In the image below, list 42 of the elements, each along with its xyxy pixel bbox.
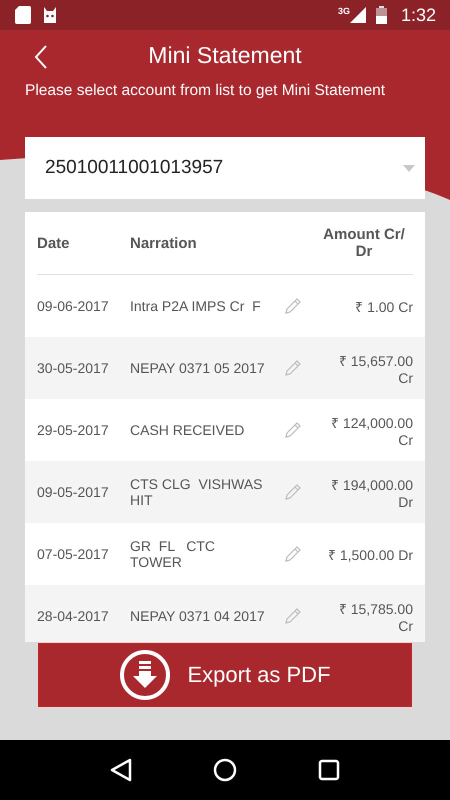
- account-dropdown[interactable]: 25010011001013957: [25, 137, 425, 199]
- sd-card-icon: [15, 6, 31, 24]
- date-cell-text: 28-04-2017: [37, 608, 110, 624]
- date-cell-text: 30-05-2017: [37, 360, 110, 376]
- narration-cell-text: CASH RECEIVED: [130, 422, 246, 438]
- column-header: Date: [37, 234, 71, 252]
- date-cell-text: 09-06-2017: [37, 298, 110, 314]
- narration-cell-text: NEPAY 0371 05 2017: [130, 360, 266, 376]
- pencil-icon[interactable]: [285, 608, 301, 624]
- narration-cell-text: CTS CLG VISHWAS HIT: [130, 476, 264, 508]
- android-icon: [41, 7, 59, 23]
- pencil-icon[interactable]: [285, 360, 301, 376]
- clock: 1:32: [400, 4, 436, 26]
- narration-cell-text: GR FL CTC TOWER: [130, 538, 216, 570]
- pencil-icon[interactable]: [285, 546, 301, 562]
- column-header: Amount Cr/ Dr: [322, 226, 406, 260]
- screen-title: Mini Statement: [148, 42, 302, 68]
- amount-cell-text: ₹ 1.00 Cr: [354, 298, 413, 316]
- battery-icon: [376, 6, 387, 24]
- instruction-text: Please select account from list to get Mini Statement: [24, 82, 386, 100]
- download-icon: [119, 649, 172, 701]
- amount-cell-text: ₹ 194,000.00 Dr: [330, 476, 413, 510]
- amount-cell-text: ₹ 124,000.00 Cr: [330, 414, 413, 448]
- back-nav-icon[interactable]: [110, 758, 132, 782]
- amount-cell-text: ₹ 15,657.00 Cr: [338, 352, 413, 386]
- recents-nav-icon[interactable]: [318, 759, 340, 781]
- amount-cell-text: ₹ 1,500.00 Dr: [326, 546, 413, 564]
- narration-cell-text: Intra P2A IMPS Cr F: [130, 298, 262, 314]
- date-cell-text: 09-05-2017: [37, 484, 110, 500]
- column-header: Narration: [130, 234, 198, 252]
- network-type: 3G: [338, 6, 350, 16]
- amount-cell-text: ₹ 15,785.00 Cr: [338, 600, 413, 634]
- pencil-icon[interactable]: [285, 422, 301, 438]
- signal-icon: [350, 7, 366, 23]
- pencil-icon[interactable]: [285, 298, 301, 314]
- export-pdf-button[interactable]: Export as PDF: [38, 643, 412, 707]
- date-cell-text: 07-05-2017: [37, 546, 110, 562]
- home-nav-icon[interactable]: [212, 758, 237, 782]
- dropdown-caret-icon: [403, 164, 415, 172]
- pencil-icon[interactable]: [285, 484, 301, 500]
- date-cell-text: 29-05-2017: [37, 422, 110, 438]
- narration-cell-text: NEPAY 0371 04 2017: [130, 608, 266, 624]
